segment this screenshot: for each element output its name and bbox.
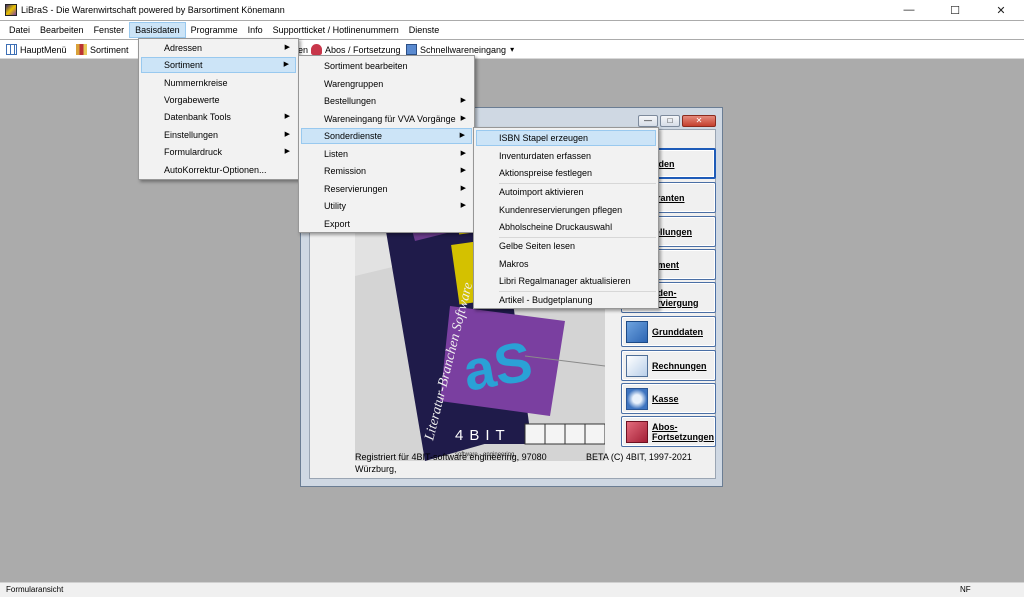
- menu-item-makros[interactable]: Makros: [476, 256, 656, 272]
- menu-item-listen[interactable]: Listen ▶: [301, 146, 472, 162]
- registration-text: Registriert für 4BIT-software engineerin…: [355, 452, 547, 474]
- menu-item-kundenreservierungen[interactable]: Kundenreservierungen pflegen: [476, 202, 656, 218]
- books-icon: [76, 44, 87, 55]
- basisdaten-menu: Adressen ▶ Sortiment ▶ Nummernkreise Vorga…: [138, 38, 299, 180]
- menu-datei[interactable]: Datei: [4, 22, 35, 38]
- toolbar-sortiment-label: Sortiment: [90, 44, 129, 55]
- menu-item-export[interactable]: Export: [301, 216, 472, 232]
- kasse-button-label: Kasse: [652, 393, 679, 404]
- menu-item-abholscheine[interactable]: Abholscheine Druckauswahl: [476, 219, 656, 235]
- menu-item-autoimport[interactable]: Autoimport aktivieren: [476, 184, 656, 200]
- status-indicator: NF: [960, 585, 971, 594]
- rechnungen-button[interactable]: Rechnungen: [621, 350, 716, 381]
- toolbar-abos-label: Abos / Fortsetzung: [325, 44, 401, 55]
- menu-item-formulardruck[interactable]: Formulardruck ▶: [141, 144, 296, 160]
- toolbar-sortiment[interactable]: Sortiment: [76, 42, 129, 57]
- menu-item-sonderdienste[interactable]: Sonderdienste ▶: [301, 128, 472, 144]
- minimize-button[interactable]: —: [886, 0, 932, 20]
- abos-fortsetzungen-button[interactable]: Abos- Fortsetzungen: [621, 416, 716, 447]
- toolbar-hauptmenu[interactable]: HauptMenü: [6, 42, 67, 57]
- title-bar: LiBraS - Die Warenwirtschaft powered by …: [0, 0, 1024, 20]
- maximize-button[interactable]: ☐: [932, 0, 978, 20]
- child-close-button[interactable]: ✕: [682, 115, 716, 127]
- menu-item-sortiment-bearbeiten[interactable]: Sortiment bearbeiten: [301, 58, 472, 74]
- menu-item-isbn-stapel[interactable]: ISBN Stapel erzeugen: [476, 130, 656, 146]
- menu-item-datenbank-tools[interactable]: Datenbank Tools ▶: [141, 109, 296, 125]
- menu-bar: Datei Bearbeiten Fenster Basisdaten Prog…: [0, 21, 1024, 39]
- grunddaten-button[interactable]: Grunddaten: [621, 316, 716, 347]
- menu-item-wareneingang-vva[interactable]: Wareneingang für VVA Vorgänge ▶: [301, 111, 472, 127]
- menu-fenster[interactable]: Fenster: [89, 22, 130, 38]
- sortiment-submenu: Sortiment bearbeiten Warengruppen Bestel…: [298, 55, 475, 233]
- menu-item-nummernkreise[interactable]: Nummernkreise: [141, 75, 296, 91]
- package-icon: [406, 44, 417, 55]
- cash-register-icon: [626, 387, 648, 410]
- menu-item-libri-regalmanager[interactable]: Libri Regalmanager aktualisieren: [476, 273, 656, 289]
- menu-bearbeiten[interactable]: Bearbeiten: [35, 22, 89, 38]
- toolbar-schnell-label: Schnellwareneingang: [420, 44, 507, 55]
- invoice-icon: [626, 354, 648, 377]
- status-text: Formularansicht: [6, 585, 64, 594]
- rechnungen-button-label: Rechnungen: [652, 360, 707, 371]
- grunddaten-icon: [626, 320, 648, 343]
- menu-dienste[interactable]: Dienste: [404, 22, 445, 38]
- menu-item-vorgabewerte[interactable]: Vorgabewerte: [141, 92, 296, 108]
- child-minimize-button[interactable]: —: [638, 115, 658, 127]
- svg-text:4BIT: 4BIT: [455, 427, 511, 444]
- menu-item-remission[interactable]: Remission ▶: [301, 163, 472, 179]
- menu-item-bestellungen[interactable]: Bestellungen ▶: [301, 93, 472, 109]
- status-bar: Formularansicht NF: [0, 582, 1024, 597]
- menu-item-warengruppen[interactable]: Warengruppen: [301, 76, 472, 92]
- svg-text:aS: aS: [458, 329, 536, 403]
- menu-supportticket[interactable]: Supportticket / Hotlinenummern: [268, 22, 404, 38]
- menu-item-budgetplanung[interactable]: Artikel - Budgetplanung: [476, 292, 656, 308]
- menu-item-sortiment[interactable]: Sortiment ▶: [141, 57, 296, 73]
- menu-basisdaten[interactable]: Basisdaten: [129, 22, 186, 38]
- toolbar-partial-label: en: [298, 44, 309, 55]
- menu-item-einstellungen[interactable]: Einstellungen ▶: [141, 127, 296, 143]
- menu-item-inventurdaten[interactable]: Inventurdaten erfassen: [476, 148, 656, 164]
- heart-icon: [626, 420, 648, 443]
- child-restore-button[interactable]: □: [660, 115, 680, 127]
- heart-icon: [311, 44, 322, 55]
- chevron-down-icon[interactable]: ▾: [510, 45, 514, 54]
- child-window-controls: — □ ✕: [638, 115, 716, 127]
- menu-item-autokorrektur[interactable]: AutoKorrektur-Optionen...: [141, 162, 296, 178]
- grunddaten-button-label: Grunddaten: [652, 326, 703, 337]
- app-icon: [5, 4, 17, 16]
- menu-item-gelbe-seiten[interactable]: Gelbe Seiten lesen: [476, 238, 656, 254]
- copyright-text: BETA (C) 4BIT, 1997-2021: [586, 452, 692, 462]
- menu-programme[interactable]: Programme: [186, 22, 243, 38]
- close-button[interactable]: ✕: [978, 0, 1024, 20]
- menu-item-utility[interactable]: Utility ▶: [301, 198, 472, 214]
- menu-item-adressen[interactable]: Adressen ▶: [141, 40, 296, 56]
- window-title: LiBraS - Die Warenwirtschaft powered by …: [21, 5, 285, 15]
- grid-icon: [6, 44, 17, 55]
- menu-item-reservierungen[interactable]: Reservierungen ▶: [301, 181, 472, 197]
- kasse-button[interactable]: Kasse: [621, 383, 716, 414]
- menu-item-aktionspreise[interactable]: Aktionspreise festlegen: [476, 165, 656, 181]
- toolbar-hauptmenu-label: HauptMenü: [20, 44, 67, 55]
- abos-fortsetzungen-button-label: Abos- Fortsetzungen: [652, 421, 714, 442]
- sonderdienste-submenu: ISBN Stapel erzeugen Inventurdaten erfas…: [473, 127, 659, 309]
- menu-info[interactable]: Info: [243, 22, 268, 38]
